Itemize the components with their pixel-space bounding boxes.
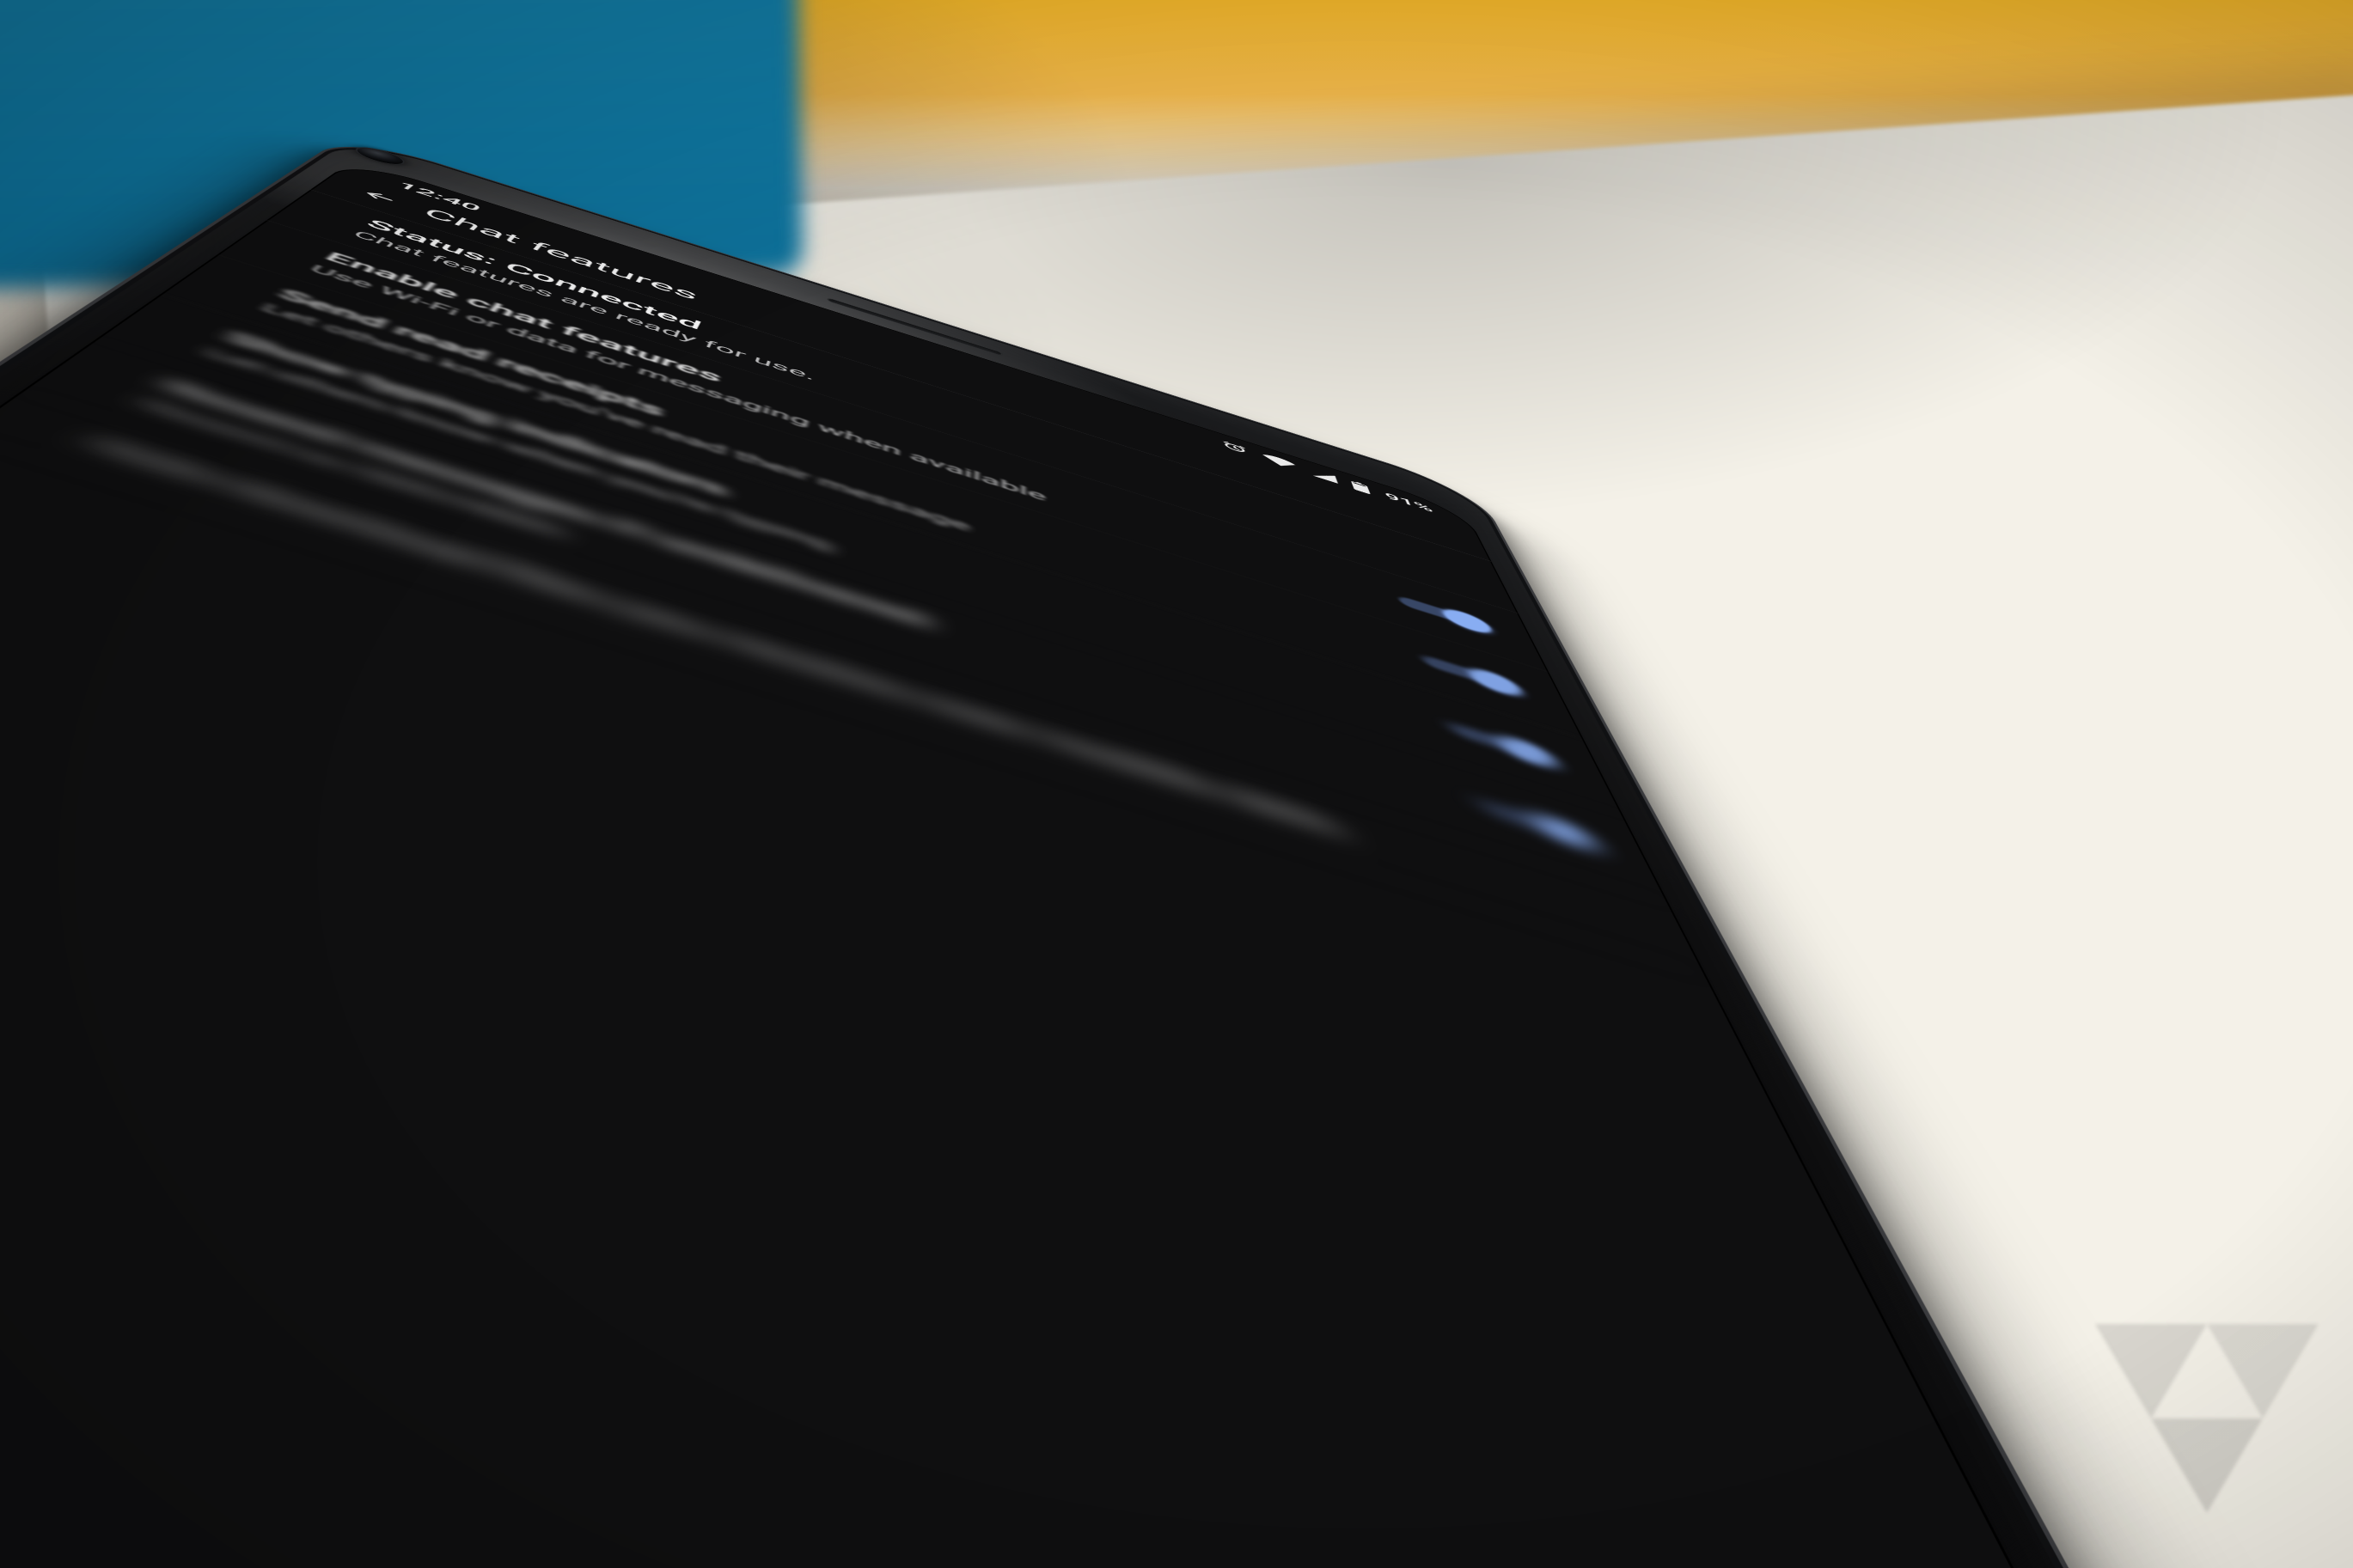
switch-resend-undelivered[interactable]: [1476, 793, 1599, 854]
arrow-back-icon: [356, 187, 403, 206]
photo-scene: 12:40 91%: [0, 0, 2353, 1568]
phone: 12:40 91%: [0, 0, 1666, 1568]
site-watermark: [2095, 1324, 2319, 1516]
